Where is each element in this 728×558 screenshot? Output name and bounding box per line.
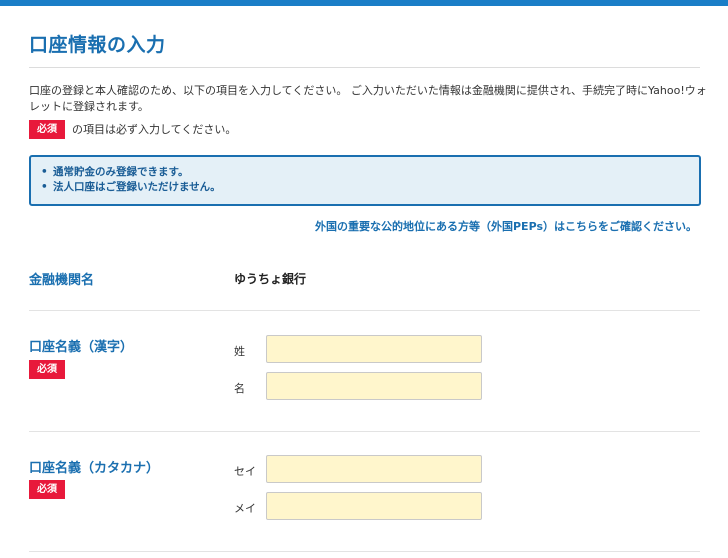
row-divider (29, 310, 700, 311)
row-divider (29, 431, 700, 432)
last-name-kana-input[interactable] (266, 455, 482, 483)
required-badge: 必須 (29, 480, 65, 499)
required-badge: 必須 (29, 360, 65, 379)
last-name-label: 姓 (234, 345, 245, 358)
foreign-peps-link[interactable]: 外国の重要な公的地位にある方等（外国PEPs）はこちらをご確認ください。 (315, 218, 697, 234)
notice-box: 通常貯金のみ登録できます。 法人口座はご登録いただけません。 (29, 155, 701, 206)
intro-text: 口座の登録と本人確認のため、以下の項目を入力してください。 ご入力いただいた情報… (29, 84, 707, 113)
account-name-kanji-label: 口座名義（漢字） (29, 340, 134, 355)
first-name-label: 名 (234, 382, 245, 395)
required-note-text: の項目は必ず入力してください。 (72, 123, 237, 136)
notice-item: 通常貯金のみ登録できます。 (41, 165, 221, 180)
account-name-kana-label: 口座名義（カタカナ） (29, 461, 160, 476)
last-name-kana-label: セイ (234, 465, 256, 478)
top-accent-bar (0, 0, 728, 6)
last-name-kanji-input[interactable] (266, 335, 482, 363)
required-note: 必須 の項目は必ず入力してください。 (29, 119, 236, 139)
notice-item: 法人口座はご登録いただけません。 (41, 180, 221, 195)
first-name-kana-label: メイ (234, 502, 256, 515)
bank-name-label: 金融機関名 (29, 273, 95, 288)
first-name-kana-input[interactable] (266, 492, 482, 520)
page-title: 口座情報の入力 (29, 34, 166, 56)
title-divider (29, 67, 700, 68)
row-divider (29, 551, 700, 552)
first-name-kanji-input[interactable] (266, 372, 482, 400)
bank-name-value: ゆうちょ銀行 (234, 272, 307, 286)
required-badge: 必須 (29, 119, 65, 139)
